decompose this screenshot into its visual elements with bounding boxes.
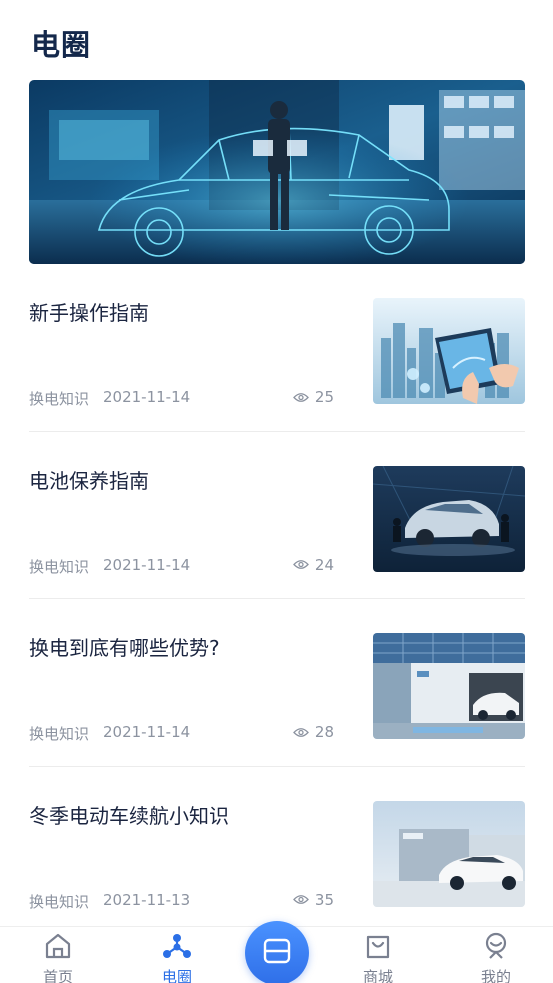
- bottom-tab-bar: 首页 电圈 商城 我的: [0, 921, 553, 983]
- article-title: 电池保养指南: [29, 468, 149, 493]
- article-views: 35: [293, 891, 334, 909]
- article-meta: 换电知识 2021-11-14 24: [29, 556, 334, 576]
- eye-icon: [293, 559, 309, 570]
- page: 电圈 新手操作指南 换电知识 2021-11-14 25 电池保养指南 换电知识…: [0, 0, 553, 983]
- profile-icon: [481, 932, 511, 960]
- tab-home-label: 首页: [42, 968, 73, 983]
- article-thumbnail: [373, 633, 525, 739]
- article-title: 换电到底有哪些优势?: [29, 636, 220, 660]
- view-count: 28: [314, 723, 334, 741]
- eye-icon: [293, 392, 309, 403]
- article-date: 2021-11-14: [103, 723, 191, 741]
- scan-button[interactable]: [245, 921, 309, 983]
- view-count: 24: [314, 555, 334, 574]
- article-views: 25: [293, 388, 334, 406]
- article-meta: 换电知识 2021-11-14 25: [29, 388, 334, 408]
- view-count: 25: [314, 388, 334, 406]
- tab-home[interactable]: 首页: [18, 927, 98, 983]
- article-meta: 换电知识 2021-11-13 35: [29, 891, 334, 911]
- tab-community-label: 电圈: [161, 968, 192, 983]
- article-category: 换电知识: [29, 892, 90, 911]
- article-meta: 换电知识 2021-11-14 28: [29, 723, 334, 743]
- article-thumbnail: [373, 298, 525, 404]
- article-thumbnail: [373, 465, 525, 572]
- article-date: 2021-11-13: [103, 890, 191, 909]
- article-category: 换电知识: [29, 725, 90, 743]
- article-views: 24: [293, 556, 334, 574]
- tab-mall[interactable]: 商城: [338, 927, 418, 983]
- article-date: 2021-11-14: [103, 388, 191, 406]
- community-icon: [161, 932, 193, 960]
- article-category: 换电知识: [29, 557, 90, 576]
- article-title: 新手操作指南: [29, 301, 149, 325]
- eye-icon: [293, 894, 309, 905]
- article-item[interactable]: 电池保养指南 换电知识 2021-11-14 24: [29, 432, 525, 599]
- article-title: 冬季电动车续航小知识: [29, 803, 229, 828]
- article-item[interactable]: 换电到底有哪些优势? 换电知识 2021-11-14 28: [29, 599, 525, 767]
- page-title: 电圈: [31, 28, 92, 62]
- article-item[interactable]: 新手操作指南 换电知识 2021-11-14 25: [29, 264, 525, 432]
- scan-icon: [262, 936, 292, 970]
- home-icon: [43, 932, 73, 960]
- article-views: 28: [293, 723, 334, 741]
- article-thumbnail: [373, 800, 525, 907]
- article-date: 2021-11-14: [103, 555, 191, 574]
- article-category: 换电知识: [29, 390, 90, 408]
- view-count: 35: [314, 890, 334, 909]
- eye-icon: [293, 727, 309, 738]
- tab-profile-label: 我的: [480, 968, 511, 983]
- tab-mall-label: 商城: [362, 968, 393, 983]
- shopping-bag-icon: [363, 932, 393, 960]
- article-item[interactable]: 冬季电动车续航小知识 换电知识 2021-11-13 35: [29, 767, 525, 935]
- tab-profile[interactable]: 我的: [456, 927, 536, 983]
- banner-image[interactable]: [29, 80, 525, 264]
- tab-community[interactable]: 电圈: [137, 927, 217, 983]
- article-list: 新手操作指南 换电知识 2021-11-14 25 电池保养指南 换电知识 20…: [29, 264, 525, 934]
